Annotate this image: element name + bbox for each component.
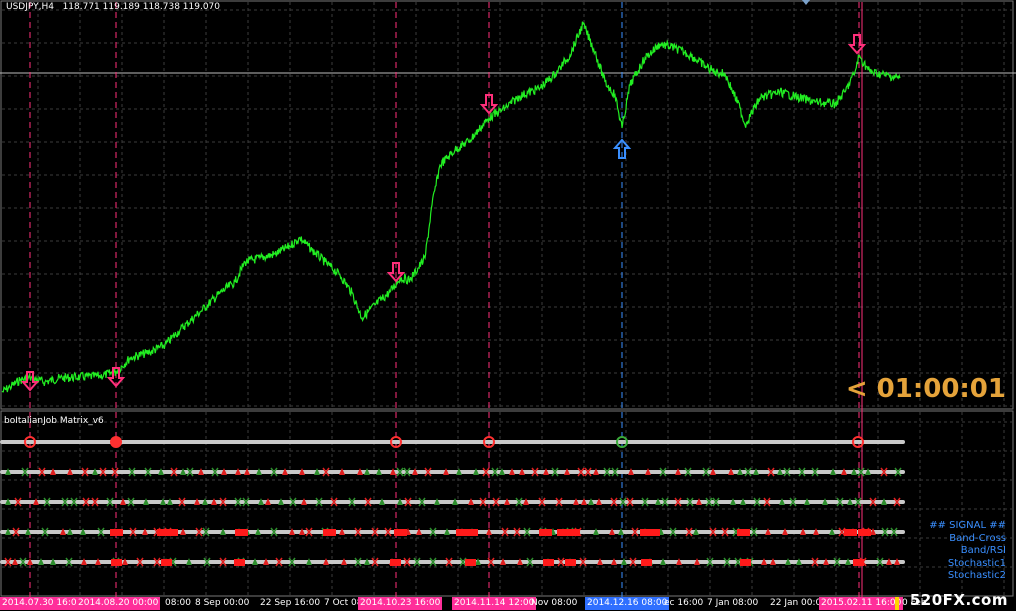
rail-block	[647, 529, 660, 536]
legend-signal: ## SIGNAL ##	[929, 520, 1006, 531]
rail-block	[853, 559, 864, 566]
price-line	[1, 21, 901, 393]
signal-dot	[110, 436, 122, 448]
rail-block	[539, 529, 552, 536]
rail-block	[111, 559, 122, 566]
time-axis-label: 2015.02.11 16:00	[819, 597, 904, 610]
rail-block	[543, 559, 554, 566]
rail-block	[565, 559, 576, 566]
rail-block	[641, 559, 652, 566]
rail-block	[235, 529, 248, 536]
chart-canvas[interactable]	[0, 0, 1016, 611]
time-axis-label: 8 Sep 00:00	[195, 598, 250, 608]
indicator-title: boItalianJob Matrix_v6	[4, 416, 104, 426]
rail-block	[161, 559, 172, 566]
time-axis-label: 22 Sep 16:00	[260, 598, 321, 608]
legend-band-cross: Band-Cross	[949, 532, 1006, 544]
chart-symbol-header: USDJPY,H4 118.771 119.189 118.738 119.07…	[6, 2, 220, 12]
indicator-legend: ## SIGNAL ## Band-Cross Band/RSI Stochas…	[929, 520, 1006, 583]
candle-countdown-timer: < 01:00:01	[845, 374, 1006, 404]
rail-block	[844, 529, 857, 536]
time-axis-label: Nov 08:00	[531, 598, 578, 608]
time-axis-label: 08:00	[165, 598, 191, 608]
time-axis-label: ec 16:00	[664, 598, 704, 608]
diamond-marker-icon	[802, 0, 810, 5]
current-bar-marker	[895, 597, 899, 610]
rail-block	[567, 529, 580, 536]
rail-block	[394, 529, 407, 536]
legend-band-rsi: Band/RSI	[960, 545, 1006, 556]
rail-block	[465, 529, 478, 536]
rail-block	[737, 529, 750, 536]
legend-stochastic1: Stochastic1	[947, 557, 1006, 569]
time-axis-label: 7 Jan 08:00	[707, 598, 759, 608]
symbol-label: USDJPY,H4	[6, 2, 54, 12]
rail-block	[465, 559, 476, 566]
time-axis-label: 2014.07.30 16:00	[0, 597, 85, 610]
time-axis-label: 2014.10.23 16:00	[358, 597, 443, 610]
chart-window[interactable]: USDJPY,H4 118.771 119.189 118.738 119.07…	[0, 0, 1016, 611]
rail-block	[323, 529, 336, 536]
rail-block	[234, 559, 245, 566]
rail-block	[110, 529, 123, 536]
time-axis-label: 2014.12.16 08:00	[585, 597, 670, 610]
rail-block	[390, 559, 401, 566]
rail-block	[858, 529, 871, 536]
ohlc-values: 118.771 119.189 118.738 119.070	[62, 2, 221, 12]
rail-block	[165, 529, 178, 536]
time-axis-label: 2014.11.14 12:00	[452, 597, 537, 610]
rail-block	[740, 559, 751, 566]
time-axis-label: 0 Feb	[902, 598, 927, 608]
legend-stochastic2: Stochastic2	[947, 570, 1006, 581]
time-axis-label: 2014.08.20 00:00	[76, 597, 161, 610]
